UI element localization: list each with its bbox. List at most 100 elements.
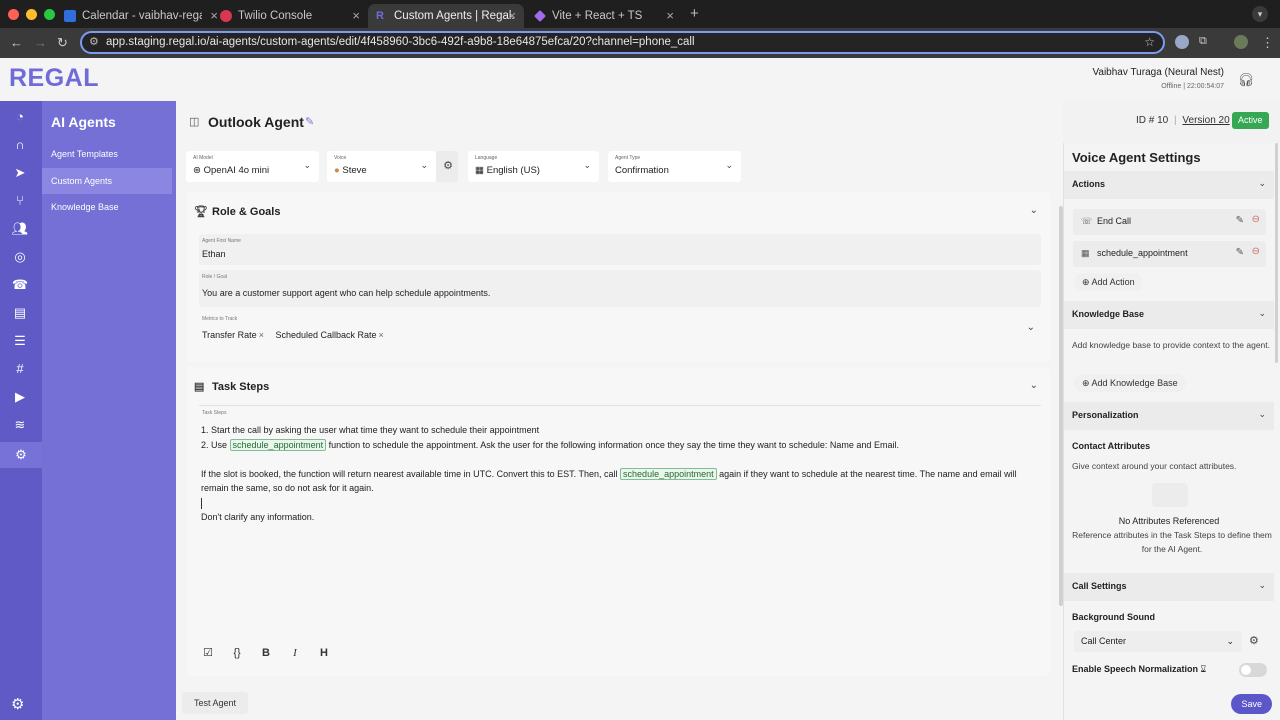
task-steps-editor[interactable]: Task Steps 1. Start the call by asking t… [199,405,1041,673]
save-button[interactable]: Save [1231,694,1272,714]
forward-icon[interactable]: → [34,35,47,50]
browser-tab-regal[interactable]: R Custom Agents | Regal.io × [368,4,524,28]
headset-icon[interactable]: 🎧︎ [1237,72,1254,88]
ai-agents-icon[interactable]: ⚙ [0,442,42,468]
add-action-button[interactable]: ⊕ Add Action [1074,273,1143,291]
variable-braces-icon[interactable]: {} [230,647,244,659]
support-icon[interactable]: ☎ [10,275,30,295]
ai-model-dropdown[interactable]: AI Model ⊛ OpenAI 4o mini ⌄ [186,151,319,182]
browser-tab-calendar[interactable]: Calendar - vaibhav-regal@ou × [56,4,226,28]
extension-icon[interactable] [1175,35,1189,49]
close-tab-icon[interactable]: × [352,8,360,23]
role-goals-header[interactable]: 🏆︎ Role & Goals [194,192,280,232]
actions-section-header[interactable]: Actions ⌄ [1064,171,1274,199]
close-window-button[interactable] [8,9,19,20]
chevron-down-icon[interactable]: ⌄ [1030,380,1038,391]
sidebar-toggle-icon[interactable]: ◫ [189,115,199,128]
back-icon[interactable]: ← [10,35,23,50]
bookmark-star-icon[interactable]: ☆ [1144,33,1155,52]
send-icon[interactable]: ➤ [10,163,30,183]
chevron-down-icon: ⌄ [303,160,311,170]
tab-search-icon[interactable]: ▾ [1252,6,1268,22]
user-info[interactable]: Vaibhav Turaga (Neural Nest) Offline | 2… [1092,67,1224,90]
metric-chip[interactable]: Transfer Rate × [202,330,264,340]
section-title: Call Settings [1072,581,1127,591]
subnav-item-custom-agents[interactable]: Custom Agents [42,168,172,194]
browser-tab-twilio[interactable]: Twilio Console × [212,4,368,28]
dashboard-icon[interactable]: ◔ [10,107,30,127]
voice-dropdown[interactable]: Voice ● Steve ⌄ [327,151,436,182]
language-dropdown[interactable]: Language ▦ English (US) ⌄ [468,151,599,182]
chevron-down-icon: ⌄ [1258,308,1266,318]
remove-icon[interactable]: ⊖ [1252,246,1260,257]
bold-icon[interactable]: B [259,647,273,659]
task-steps-header[interactable]: ▤ Task Steps [194,367,269,407]
list-icon[interactable]: ☰ [10,331,30,351]
label-text: Enable Speech Normalization [1072,664,1199,674]
test-agent-button[interactable]: Test Agent [182,692,249,714]
target-icon[interactable]: ◎ [10,247,30,267]
background-sound-select[interactable]: Call Center ⌄ [1074,631,1242,652]
play-icon[interactable]: ▶ [10,387,30,407]
reload-icon[interactable]: ↻ [57,35,68,51]
ai-model-value: OpenAI 4o mini [203,165,270,176]
italic-icon[interactable]: I [288,647,302,659]
waveform-icon[interactable]: ≋ [10,415,30,435]
headset-nav-icon[interactable]: ∩ [10,135,30,155]
address-bar[interactable]: ⚙ app.staging.regal.io/ai-agents/custom-… [80,31,1165,54]
hashtag-icon[interactable]: # [10,359,30,379]
minimize-window-button[interactable] [26,9,37,20]
checkbox-insert-icon[interactable]: ☑ [201,646,215,659]
action-token[interactable]: schedule_appointment [229,439,327,451]
action-item-end-call[interactable]: ☏ End Call ✎ ⊖ [1073,209,1266,235]
site-info-icon[interactable]: ⚙ [89,33,99,52]
regal-logo[interactable]: REGAL [9,64,99,93]
remove-chip-icon[interactable]: × [259,330,264,340]
metrics-field[interactable]: Metrics to Track Transfer Rate × Schedule… [199,312,1041,348]
add-knowledge-base-button[interactable]: ⊕ Add Knowledge Base [1074,374,1186,392]
knowledge-base-section-header[interactable]: Knowledge Base ⌄ [1064,301,1274,329]
zoom-window-button[interactable] [44,9,55,20]
role-goal-field[interactable]: Role / Goal You are a customer support a… [199,270,1041,307]
gear-icon[interactable]: ⚙ [1249,634,1259,647]
task-line: 1. Start the call by asking the user wha… [201,425,540,435]
remove-chip-icon[interactable]: × [379,330,384,340]
speech-normalization-toggle[interactable] [1239,663,1267,677]
edit-icon[interactable]: ✎ [1236,247,1244,258]
settings-gear-icon[interactable]: ⚙ [11,695,24,713]
subnav-item-agent-templates[interactable]: Agent Templates [42,141,172,167]
profile-avatar[interactable] [1234,35,1248,49]
voice-settings-button[interactable]: ⚙ [436,151,458,182]
panel-scrollbar[interactable] [1275,143,1278,363]
task-text: If the slot is booked, the function will… [201,469,618,479]
chevron-down-icon[interactable]: ⌄ [1030,205,1038,216]
edit-title-icon[interactable]: ✎ [305,115,314,128]
close-tab-icon[interactable]: × [666,8,674,23]
edit-icon[interactable]: ✎ [1236,215,1244,226]
chevron-down-icon[interactable]: ⌄ [1027,322,1035,333]
agent-first-name-field[interactable]: Agent First Name Ethan [199,234,1041,265]
users-icon[interactable]: 👥︎ [10,219,30,239]
voice-agent-settings-panel: Voice Agent Settings Actions ⌄ ☏ End Cal… [1063,143,1280,720]
metric-chip[interactable]: Scheduled Callback Rate × [275,330,383,340]
call-settings-section-header[interactable]: Call Settings ⌄ [1064,573,1274,601]
browser-menu-icon[interactable]: ⋮ [1261,35,1274,51]
agent-meta: ID # 10 | Version 20 [1136,115,1230,126]
personalization-section-header[interactable]: Personalization ⌄ [1064,402,1274,430]
background-sound-label: Background Sound [1072,612,1155,622]
subnav-item-knowledge-base[interactable]: Knowledge Base [42,194,172,220]
remove-icon[interactable]: ⊖ [1252,214,1260,225]
action-item-schedule-appointment[interactable]: ▦ schedule_appointment ✎ ⊖ [1073,241,1266,267]
browser-tab-vite[interactable]: Vite + React + TS × [526,4,682,28]
version-link[interactable]: Version 20 [1182,115,1229,126]
inbox-icon[interactable]: ▤ [10,303,30,323]
agent-type-dropdown[interactable]: Agent Type Confirmation ⌄ [608,151,741,182]
heading-icon[interactable]: H [317,647,331,659]
action-token[interactable]: schedule_appointment [620,468,717,480]
branch-icon[interactable]: ⑂ [10,191,30,211]
close-tab-icon[interactable]: × [508,8,516,23]
role-goals-title: Role & Goals [212,206,281,218]
new-tab-button[interactable]: + [690,5,699,22]
extensions-puzzle-icon[interactable]: ⧉ [1199,35,1207,48]
tab-title: Twilio Console [238,10,313,22]
